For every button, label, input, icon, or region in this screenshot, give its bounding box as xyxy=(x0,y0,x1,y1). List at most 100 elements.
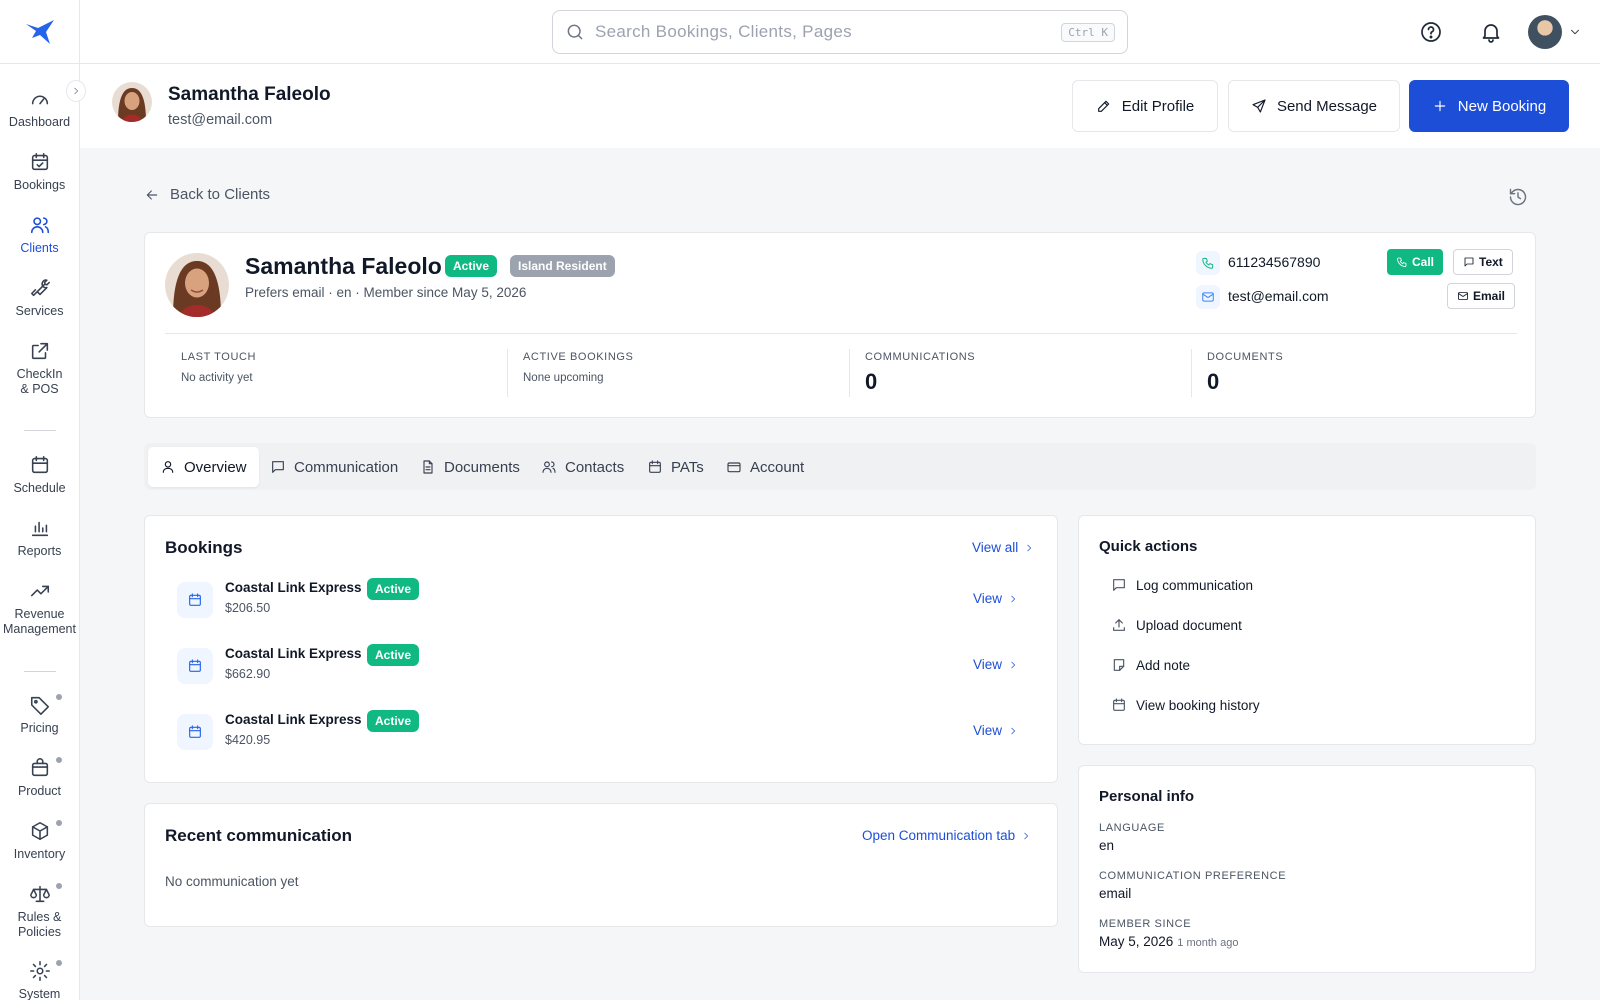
new-booking-button[interactable]: New Booking xyxy=(1409,80,1569,132)
tab-label: PATs xyxy=(671,458,704,476)
help-icon[interactable] xyxy=(1419,20,1443,44)
tab-account[interactable]: Account xyxy=(714,447,816,487)
send-message-button[interactable]: Send Message xyxy=(1228,80,1400,132)
tab-pats[interactable]: PATs xyxy=(635,447,716,487)
booking-name: Coastal Link Express xyxy=(225,712,362,727)
tag-icon xyxy=(30,696,49,715)
sidebar-item-clients[interactable]: Clients xyxy=(0,206,79,270)
sidebar-item-schedule[interactable]: Schedule xyxy=(0,454,79,496)
tab-contacts[interactable]: Contacts xyxy=(529,447,636,487)
sidebar-item-label: Inventory xyxy=(13,847,66,861)
calendar-icon xyxy=(189,725,201,738)
quick-action-label: Upload document xyxy=(1136,617,1242,633)
mail-icon xyxy=(1458,292,1468,300)
status-dot xyxy=(56,757,62,763)
tab-documents[interactable]: Documents xyxy=(408,447,532,487)
summary-divider xyxy=(165,333,1517,334)
call-button[interactable]: Call xyxy=(1387,249,1444,275)
member-since-row: May 5, 2026 1 month ago xyxy=(1099,934,1238,949)
open-communication-tab-link[interactable]: Open Communication tab xyxy=(862,828,1031,843)
sidebar-item-reports[interactable]: Reports xyxy=(0,517,79,559)
message-square-icon xyxy=(1113,579,1125,591)
booking-view-link[interactable]: View xyxy=(973,723,1018,738)
tab-label: Account xyxy=(750,458,805,476)
sidebar-item-pricing[interactable]: Pricing xyxy=(0,694,79,736)
stat-divider xyxy=(507,349,508,397)
quick-actions-card: Quick actions Log communication Upload d… xyxy=(1078,515,1536,745)
client-tabs: Overview Communication Documents Contact… xyxy=(144,443,1536,490)
search-icon xyxy=(567,24,583,40)
chevron-right-icon xyxy=(1024,832,1029,839)
quick-action-add-note[interactable]: Add note xyxy=(1111,657,1190,673)
sidebar-item-checkin-pos[interactable]: CheckIn & POS xyxy=(0,340,79,397)
view-label: View xyxy=(973,591,1003,606)
sidebar-item-label: Dashboard xyxy=(8,115,71,129)
client-email: test@email.com xyxy=(168,112,273,128)
back-to-clients-link[interactable]: Back to Clients xyxy=(144,186,270,203)
bird-logo-icon[interactable] xyxy=(24,18,56,46)
history-icon[interactable] xyxy=(1508,187,1528,207)
trending-up-icon xyxy=(30,585,49,597)
stat-label: ACTIVE BOOKINGS xyxy=(523,351,634,363)
sidebar-item-inventory[interactable]: Inventory xyxy=(0,820,79,862)
stat-active-bookings: ACTIVE BOOKINGS None upcoming xyxy=(523,351,633,384)
member-since-value: May 5, 2026 xyxy=(1099,934,1174,949)
search-box[interactable]: Ctrl K xyxy=(552,10,1128,54)
stat-documents: DOCUMENTS 0 xyxy=(1207,351,1283,395)
email-button[interactable]: Email xyxy=(1447,283,1516,309)
chevron-right-icon xyxy=(74,87,79,95)
text-button[interactable]: Text xyxy=(1453,249,1513,275)
calendar-icon-box xyxy=(177,582,213,618)
users-icon xyxy=(542,461,556,473)
edit-profile-button[interactable]: Edit Profile xyxy=(1072,80,1218,132)
bell-icon[interactable] xyxy=(1479,20,1503,44)
credit-card-icon xyxy=(727,462,741,473)
stat-value: No activity yet xyxy=(181,372,253,384)
mail-icon xyxy=(1202,292,1214,302)
sidebar-item-system[interactable]: System xyxy=(0,960,79,1000)
wrench-icon xyxy=(30,279,50,297)
stat-communications: COMMUNICATIONS 0 xyxy=(865,351,975,395)
quick-action-log-communication[interactable]: Log communication xyxy=(1111,577,1253,593)
shortcut-hint: Ctrl K xyxy=(1061,22,1115,42)
view-all-link[interactable]: View all xyxy=(972,540,1034,555)
sidebar-item-label: CheckIn & POS xyxy=(16,367,63,396)
sidebar-item-revenue-management[interactable]: Revenue Management xyxy=(0,580,79,637)
sidebar-item-product[interactable]: Product xyxy=(0,757,79,799)
stat-divider xyxy=(849,349,850,397)
language-label: LANGUAGE xyxy=(1099,822,1165,834)
booking-row[interactable]: Coastal Link Express Active $662.90 View xyxy=(177,644,1037,688)
stat-last-touch: LAST TOUCH No activity yet xyxy=(181,351,256,384)
sidebar-item-label: Reports xyxy=(17,544,62,558)
sidebar-item-bookings[interactable]: Bookings xyxy=(0,151,79,193)
sidebar-item-label: Clients xyxy=(20,241,59,255)
sidebar-collapse-button[interactable] xyxy=(66,80,86,102)
phone-icon-box xyxy=(1196,251,1220,275)
booking-view-link[interactable]: View xyxy=(973,591,1018,606)
booking-view-link[interactable]: View xyxy=(973,657,1018,672)
booking-row[interactable]: Coastal Link Express Active $206.50 View xyxy=(177,578,1037,622)
sidebar-item-label: Services xyxy=(15,304,64,318)
stat-label: DOCUMENTS xyxy=(1207,351,1284,363)
search-input[interactable] xyxy=(595,22,1062,42)
stat-divider xyxy=(1191,349,1192,397)
sidebar-item-services[interactable]: Services xyxy=(0,277,79,319)
user-avatar[interactable] xyxy=(1528,15,1562,49)
sidebar-divider xyxy=(24,671,56,672)
quick-action-upload-document[interactable]: Upload document xyxy=(1111,617,1242,633)
tab-overview[interactable]: Overview xyxy=(148,447,259,487)
text-label: Text xyxy=(1479,255,1503,269)
tab-label: Communication xyxy=(294,458,399,476)
status-dot xyxy=(56,883,62,889)
booking-row[interactable]: Coastal Link Express Active $420.95 View xyxy=(177,710,1037,754)
chevron-right-icon xyxy=(1011,727,1016,734)
sidebar-item-rules-policies[interactable]: Rules & Policies xyxy=(0,883,79,940)
scale-icon xyxy=(29,885,50,903)
chevron-down-icon[interactable] xyxy=(1568,25,1582,39)
quick-action-view-booking-history[interactable]: View booking history xyxy=(1111,697,1260,713)
users-icon xyxy=(30,217,49,234)
tab-communication[interactable]: Communication xyxy=(258,447,410,487)
empty-state-text: No communication yet xyxy=(165,874,299,889)
summary-client-name: Samantha Faleolo xyxy=(245,253,442,279)
status-dot xyxy=(56,694,62,700)
